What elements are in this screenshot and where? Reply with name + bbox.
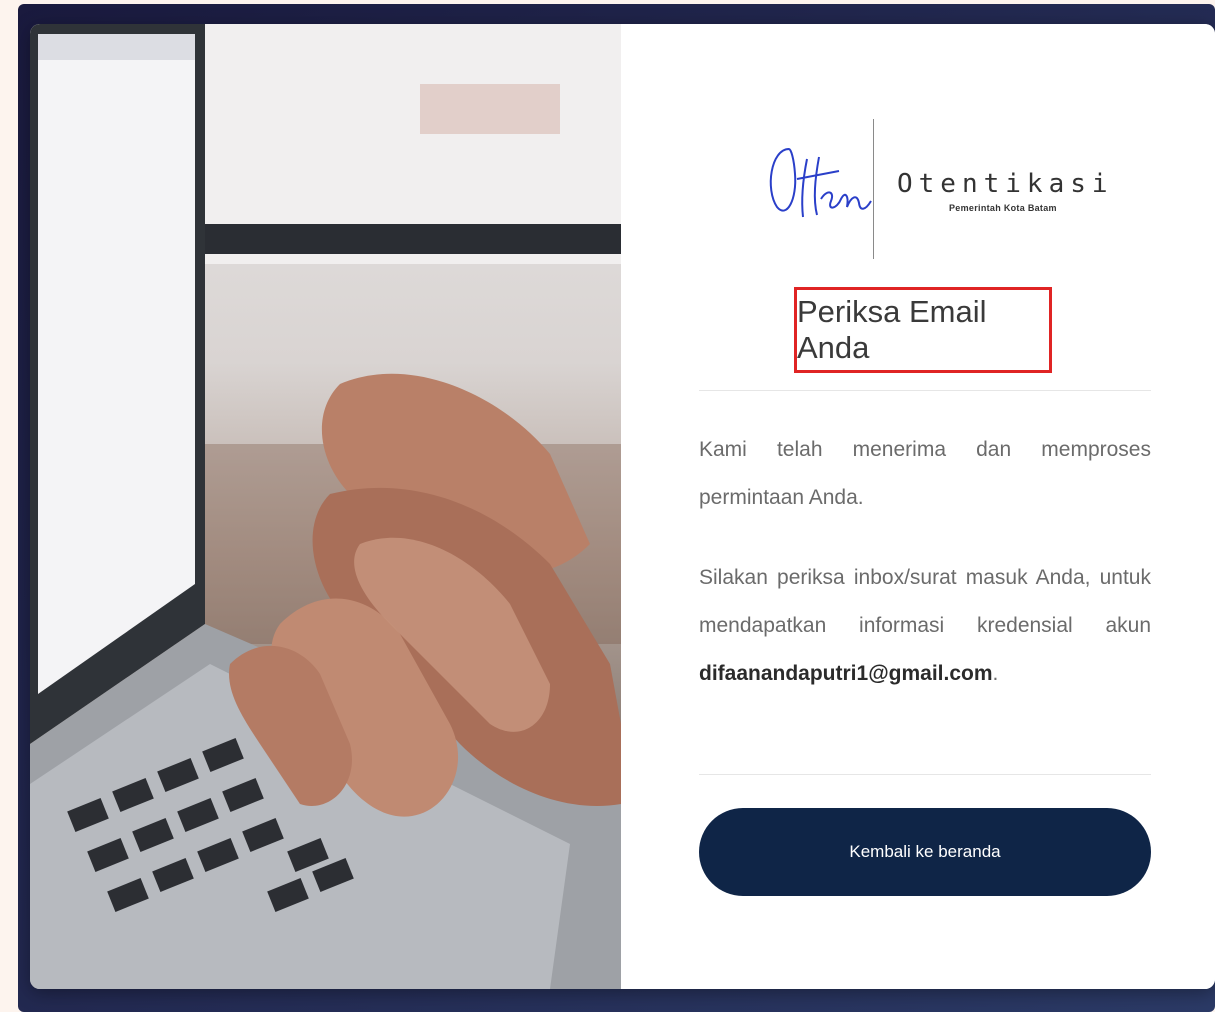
message-text: Silakan periksa inbox/surat masuk Anda, … <box>699 566 1151 637</box>
back-to-home-button[interactable]: Kembali ke beranda <box>699 808 1151 896</box>
auth-card: Otentikasi Pemerintah Kota Batam Periksa… <box>30 24 1215 989</box>
heading-highlight: Periksa Email Anda <box>794 287 1052 373</box>
oten-script-logo-icon <box>769 147 872 218</box>
divider-bottom <box>699 774 1151 775</box>
brand-subtitle: Pemerintah Kota Batam <box>949 203 1057 213</box>
message-suffix: . <box>992 662 999 685</box>
laptop-typing-illustration <box>30 24 621 989</box>
page-title: Periksa Email Anda <box>797 294 987 365</box>
message-paragraph-1: Kami telah menerima dan memproses permin… <box>699 438 1151 509</box>
screen-frame: Otentikasi Pemerintah Kota Batam Periksa… <box>18 4 1215 1012</box>
brand-name: Otentikasi <box>897 169 1114 199</box>
auth-panel: Otentikasi Pemerintah Kota Batam Periksa… <box>621 24 1215 989</box>
hero-photo <box>30 24 621 989</box>
account-email: difaanandaputri1@gmail.com <box>699 662 993 685</box>
divider-top <box>699 390 1151 391</box>
message-paragraph-2: Silakan periksa inbox/surat masuk Anda, … <box>699 554 1151 698</box>
brand-divider <box>873 119 874 259</box>
brand-logo: Otentikasi Pemerintah Kota Batam <box>761 119 1108 264</box>
